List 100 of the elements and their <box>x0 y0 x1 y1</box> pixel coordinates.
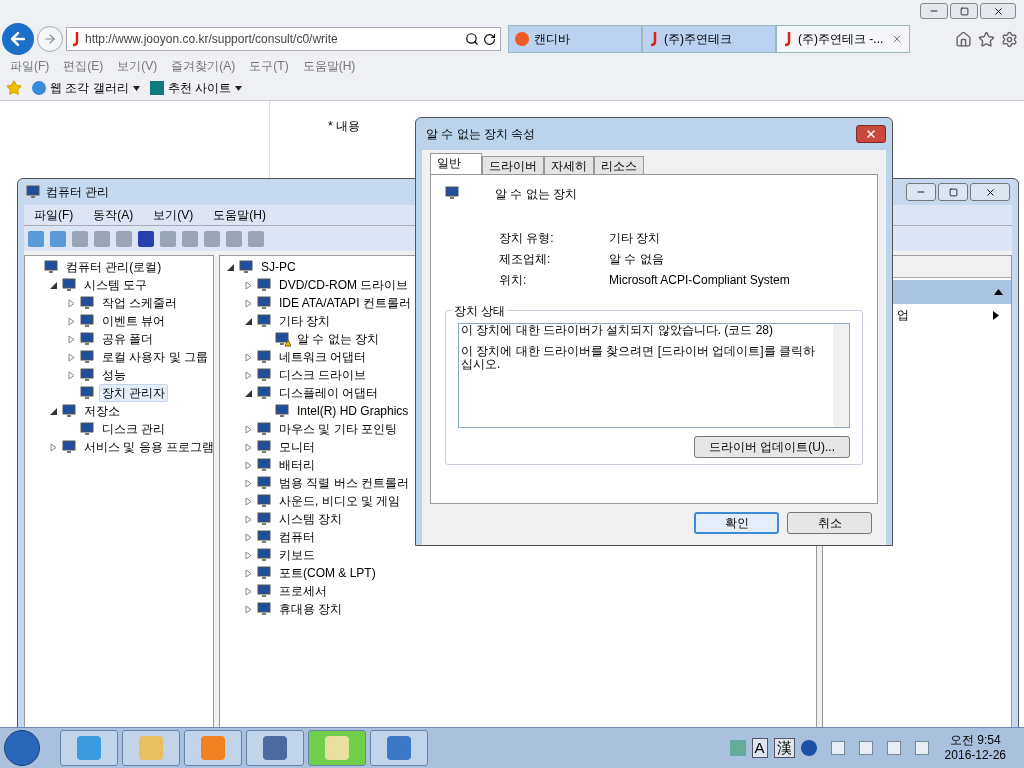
tree-toggle-icon[interactable] <box>244 568 253 578</box>
tree-toggle-icon[interactable] <box>244 496 253 506</box>
dialog-tab[interactable]: 드라이버 <box>482 156 544 174</box>
start-button[interactable] <box>4 730 40 766</box>
tree-item[interactable]: 저장소 <box>81 402 123 420</box>
tree-item[interactable]: 휴대용 장치 <box>276 600 346 618</box>
menu-item[interactable]: 도움말(H) <box>302 57 356 75</box>
address-bar[interactable]: http://www.jooyon.co.kr/support/consult/c0/write <box>66 27 501 51</box>
tree-toggle-icon[interactable] <box>244 550 253 560</box>
dialog-tab[interactable]: 일반 <box>430 153 482 174</box>
tree-item[interactable]: 알 수 없는 장치 <box>294 330 382 348</box>
tree-toggle-icon[interactable] <box>67 370 76 380</box>
tree-item[interactable]: SJ-PC <box>258 258 299 276</box>
tree-toggle-icon[interactable] <box>244 514 253 524</box>
tree-toggle-icon[interactable] <box>49 442 58 452</box>
home-icon[interactable] <box>955 30 972 48</box>
browser-tab[interactable]: (주)주연테크 -... <box>776 25 910 53</box>
tree-item[interactable]: 키보드 <box>276 546 318 564</box>
close-button[interactable] <box>856 125 886 143</box>
refresh-icon[interactable] <box>483 32 496 46</box>
ime-mode-indicator[interactable]: A <box>751 738 768 758</box>
minimize-button[interactable] <box>920 3 948 19</box>
menu-item[interactable]: 보기(V) <box>117 57 158 75</box>
ime-mode-indicator[interactable]: 漢 <box>773 738 795 758</box>
tree-toggle-icon[interactable] <box>244 460 253 470</box>
tree-item[interactable]: 이벤트 뷰어 <box>99 312 169 330</box>
tree-toggle-icon[interactable] <box>244 298 253 308</box>
tree-item[interactable]: 디스크 관리 <box>99 420 169 438</box>
tree-item[interactable]: Intel(R) HD Graphics <box>294 402 412 420</box>
dialog-tab[interactable]: 자세히 <box>544 156 594 174</box>
menu-item[interactable]: 편집(E) <box>63 57 104 75</box>
tree-toggle-icon[interactable] <box>67 334 76 344</box>
tree-toggle-icon[interactable] <box>49 406 58 416</box>
tree-item[interactable]: 컴퓨터 <box>276 528 318 546</box>
favorites-link[interactable]: 추천 사이트 <box>149 79 242 97</box>
collapse-icon[interactable] <box>994 289 1003 295</box>
tree-item[interactable]: 장치 관리자 <box>99 384 169 402</box>
tree-toggle-icon[interactable] <box>67 298 76 308</box>
favorites-star-icon[interactable] <box>6 80 22 96</box>
menu-item[interactable]: 동작(A) <box>93 206 134 224</box>
tree-item[interactable]: 마우스 및 기타 포인팅 <box>276 420 400 438</box>
clock-date[interactable]: 2016-12-26 <box>944 748 1006 763</box>
tree-item[interactable]: 디스플레이 어댑터 <box>276 384 382 402</box>
browser-tab[interactable]: 캔디바 <box>508 25 642 53</box>
tree-item[interactable]: 서비스 및 응용 프로그램 <box>81 438 217 456</box>
maximize-button[interactable] <box>938 183 968 201</box>
back-button[interactable] <box>2 23 34 55</box>
tree-toggle-icon[interactable] <box>226 262 235 272</box>
dialog-button[interactable]: 취소 <box>787 512 872 534</box>
menu-item[interactable]: 즐겨찾기(A) <box>171 57 236 75</box>
tree-toggle-icon[interactable] <box>244 316 253 326</box>
close-icon[interactable] <box>891 33 903 45</box>
tree-toggle-icon[interactable] <box>244 370 253 380</box>
tree-item[interactable]: 컴퓨터 관리(로컬) <box>63 258 165 276</box>
tree-toggle-icon[interactable] <box>244 532 253 542</box>
dialog-button[interactable]: 확인 <box>694 512 779 534</box>
menu-item[interactable]: 파일(F) <box>10 57 50 75</box>
tree-item[interactable]: 기타 장치 <box>276 312 334 330</box>
tree-toggle-icon[interactable] <box>244 352 253 362</box>
tree-item[interactable]: IDE ATA/ATAPI 컨트롤러 <box>276 294 414 312</box>
tree-item[interactable]: 디스크 드라이브 <box>276 366 370 384</box>
restore-button[interactable] <box>950 3 978 19</box>
action-item[interactable]: 업 <box>897 306 909 324</box>
tree-item[interactable]: 네트워크 어댑터 <box>276 348 370 366</box>
tree-item[interactable]: 시스템 도구 <box>81 276 151 294</box>
tree-item[interactable]: 배터리 <box>276 456 318 474</box>
tree-toggle-icon[interactable] <box>244 604 253 614</box>
tree-toggle-icon[interactable] <box>244 478 253 488</box>
tree-item[interactable]: 성능 <box>99 366 129 384</box>
tree-item[interactable]: 모니터 <box>276 438 318 456</box>
menu-item[interactable]: 보기(V) <box>153 206 194 224</box>
search-icon[interactable] <box>465 32 479 46</box>
tree-toggle-icon[interactable] <box>67 316 76 326</box>
update-driver-button[interactable]: 드라이버 업데이트(U)... <box>694 436 850 458</box>
tree-toggle-icon[interactable] <box>67 352 76 362</box>
menu-item[interactable]: 도구(T) <box>249 57 289 75</box>
tree-item[interactable]: 시스템 장치 <box>276 510 346 528</box>
settings-icon[interactable] <box>1001 30 1018 48</box>
favorites-link[interactable]: 웹 조각 갤러리 <box>32 79 140 97</box>
tree-item[interactable]: 프로세서 <box>276 582 330 600</box>
tree-toggle-icon[interactable] <box>244 586 253 596</box>
tree-toggle-icon[interactable] <box>244 280 253 290</box>
tree-item[interactable]: 공유 폴더 <box>99 330 157 348</box>
tree-item[interactable]: 범용 직렬 버스 컨트롤러 <box>276 474 412 492</box>
tree-toggle-icon[interactable] <box>49 280 58 290</box>
tree-item[interactable]: DVD/CD-ROM 드라이브 <box>276 276 412 294</box>
dialog-tab[interactable]: 리소스 <box>594 156 644 174</box>
tree-item[interactable]: 포트(COM & LPT) <box>276 564 379 582</box>
menu-item[interactable]: 도움말(H) <box>213 206 266 224</box>
minimize-button[interactable] <box>906 183 936 201</box>
tree-toggle-icon[interactable] <box>244 424 253 434</box>
tree-toggle-icon[interactable] <box>244 442 253 452</box>
menu-item[interactable]: 파일(F) <box>34 206 74 224</box>
tree-item[interactable]: 사운드, 비디오 및 게임 <box>276 492 404 510</box>
tree-item[interactable]: 로컬 사용자 및 그룹 <box>99 348 211 366</box>
browser-tab[interactable]: (주)주연테크 <box>642 25 776 53</box>
forward-button[interactable] <box>37 26 63 52</box>
star-icon[interactable] <box>978 30 995 48</box>
tree-item[interactable]: 작업 스케줄러 <box>99 294 181 312</box>
tree-toggle-icon[interactable] <box>244 388 253 398</box>
